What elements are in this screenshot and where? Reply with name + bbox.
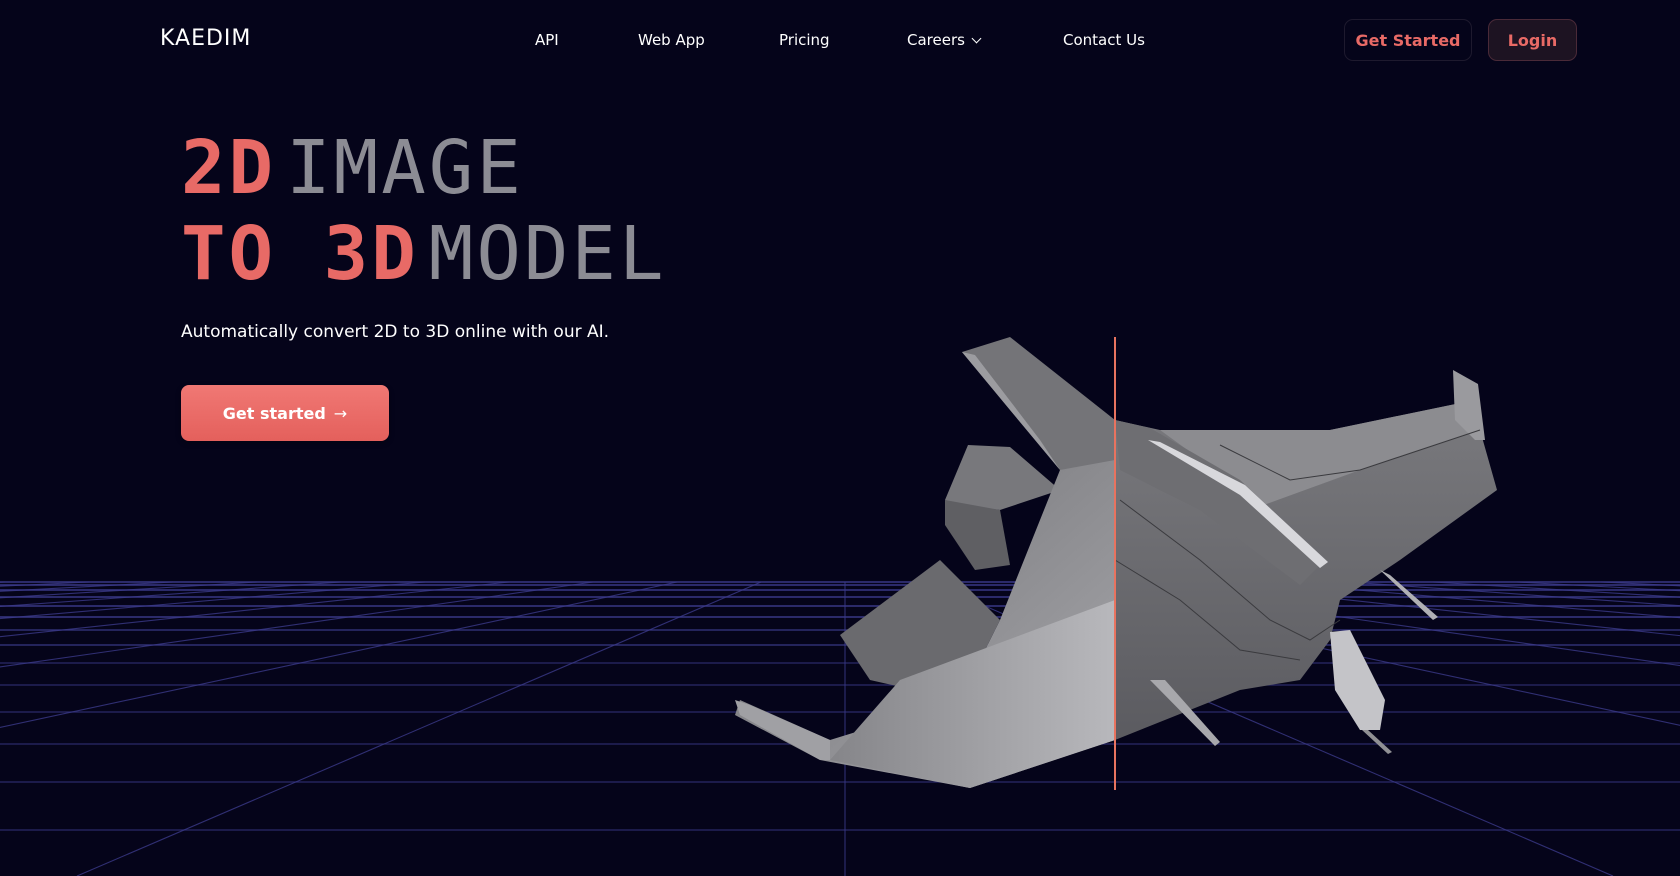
hero-heading-muted-1: IMAGE [286,125,524,211]
landing-page: KAEDIM API Web App Pricing Careers Conta… [0,0,1680,876]
nav-link-contact-us[interactable]: Contact Us [1063,31,1145,49]
hero-subtitle: Automatically convert 2D to 3D online wi… [181,322,610,342]
hero-heading: 2D IMAGE TO 3D MODEL [181,125,667,297]
chevron-down-icon [971,33,982,44]
nav-link-careers-label: Careers [907,31,965,49]
get-started-cta-button[interactable]: Get started → [181,385,389,441]
hero-heading-line-2: TO 3D MODEL [181,211,667,297]
kaedim-logo[interactable]: KAEDIM [160,26,251,51]
get-started-nav-button[interactable]: Get Started [1344,19,1472,61]
spaceship-right-textured [1114,370,1497,754]
spaceship-left-untextured [735,337,1115,788]
ship-right-spike [1380,570,1438,620]
hero-heading-accent-1: 2D [181,125,277,211]
ship-engine-pod [1330,630,1385,730]
nav-link-api[interactable]: API [535,31,559,49]
hero-heading-accent-2: TO 3D [181,211,419,297]
nav-link-careers[interactable]: Careers [907,31,982,49]
nav-link-pricing[interactable]: Pricing [779,31,830,49]
arrow-right-icon: → [333,403,348,423]
hero-heading-muted-2: MODEL [428,211,667,297]
top-navigation: KAEDIM API Web App Pricing Careers Conta… [0,0,1680,80]
ship-rear-fin [945,500,1010,570]
hero-heading-line-1: 2D IMAGE [181,125,667,211]
login-button[interactable]: Login [1488,19,1577,61]
nav-link-web-app[interactable]: Web App [638,31,705,49]
ship-side-fin [945,445,1060,510]
ship-antenna [1362,730,1392,754]
cta-label: Get started [222,403,326,423]
ship-nose-flap [735,700,830,760]
